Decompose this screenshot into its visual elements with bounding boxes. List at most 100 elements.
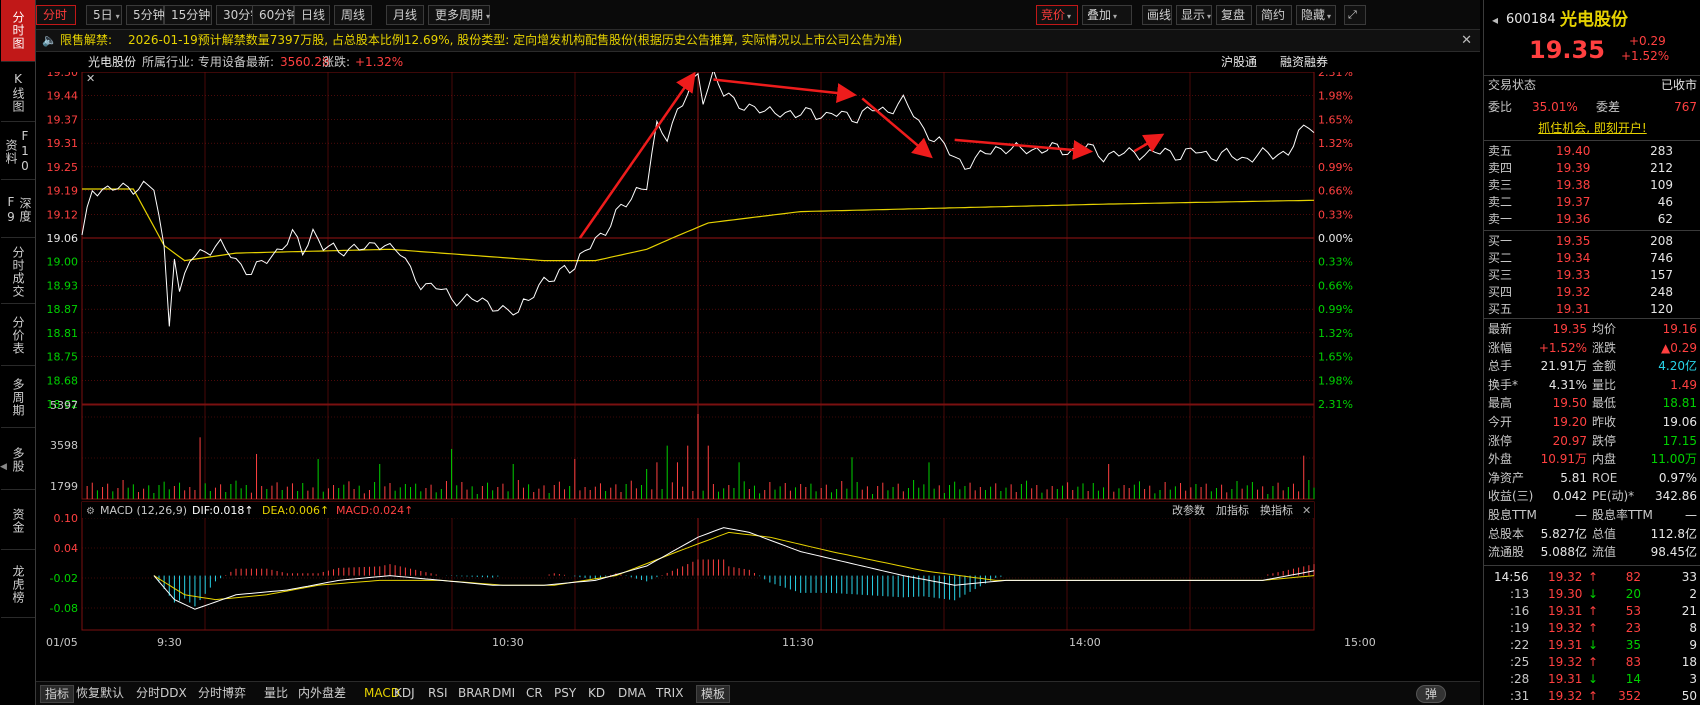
sidebar-item-label: 龙虎榜	[11, 565, 25, 604]
open-account-banner[interactable]: 抓住机会, 即刻开户!	[1484, 119, 1700, 137]
macd-button-0[interactable]: 改参数	[1172, 503, 1205, 517]
indicator-tab-16[interactable]: 模板	[696, 685, 731, 703]
pct-tick-label: 0.66%	[1318, 185, 1353, 198]
bid-row[interactable]: 买三 19.33 157	[1484, 266, 1700, 284]
stat-label: 昨收	[1592, 415, 1617, 429]
bid-row[interactable]: 买四 19.32 248	[1484, 283, 1700, 301]
toolbar-right-4[interactable]: 复盘	[1216, 5, 1252, 25]
hk-connect-badge[interactable]: 沪股通	[1221, 52, 1257, 72]
indicator-tab-3[interactable]: 分时博弈	[198, 685, 246, 703]
indicator-tab-2[interactable]: 分时DDX	[136, 685, 187, 703]
stat-label: 总手	[1488, 359, 1513, 374]
sidebar-item-f10[interactable]: F10资料	[1, 124, 35, 180]
divider	[1484, 140, 1700, 141]
toolbar-right-5[interactable]: 简约	[1256, 5, 1292, 25]
toolbar-right-6[interactable]: 隐藏 ▾	[1296, 5, 1336, 25]
bid-row[interactable]: 买二 19.34 746	[1484, 249, 1700, 267]
stat-value: 19.20	[1552, 415, 1587, 429]
sidebar-item-fund[interactable]: 资金	[1, 492, 35, 550]
period-tab-0[interactable]: 分时	[36, 5, 76, 25]
sidebar-item-multi-stock[interactable]: 多股	[1, 430, 35, 490]
price-tick-label: 19.00	[47, 256, 79, 269]
indicator-tab-4[interactable]: 量比	[264, 685, 288, 703]
sidebar-item-depth[interactable]: 深度F9	[1, 182, 35, 238]
indicator-tab-0[interactable]: 指标	[40, 685, 75, 703]
tick-time: :31	[1510, 689, 1530, 703]
period-tab-3[interactable]: 15分钟	[164, 5, 212, 25]
period-tab-5[interactable]: 60分钟	[252, 5, 298, 25]
stat-value: 1.49	[1670, 377, 1697, 392]
period-tab-label: 5日	[93, 8, 113, 22]
period-tab-9[interactable]: 更多周期 ▾	[428, 5, 490, 25]
stat-value: 19.35	[1552, 322, 1587, 336]
sidebar-item-minute[interactable]: 分时图	[1, 0, 35, 62]
toolbar-right-0[interactable]: 竞价 ▾	[1036, 5, 1078, 25]
ask-row[interactable]: 卖四 19.39 212	[1484, 159, 1700, 177]
sidebar-item-kline[interactable]: K线图	[1, 64, 35, 122]
toolbar-right-2[interactable]: 画线	[1142, 5, 1172, 25]
intraday-chart-svg[interactable]: 19.50 19.44 19.37 19.31 19.25 19.19 19.12 19.06…	[36, 66, 1480, 679]
close-pane-icon[interactable]: ✕	[86, 72, 95, 85]
ask-row[interactable]: 卖三 19.38 109	[1484, 176, 1700, 194]
period-tab-2[interactable]: 5分钟	[126, 5, 165, 25]
period-tab-4[interactable]: 30分钟	[216, 5, 262, 25]
toolbar-right-1[interactable]: 叠加 ▾	[1082, 5, 1132, 25]
stat-value: 10.91万	[1540, 452, 1587, 467]
sidebar-item-price-table[interactable]: 分价表	[1, 306, 35, 366]
period-tab-6[interactable]: 日线	[294, 5, 330, 25]
indicator-tab-13[interactable]: KD	[588, 685, 605, 703]
indicator-tab-12[interactable]: PSY	[554, 685, 576, 703]
prev-stock-arrow-icon[interactable]: ◂	[1492, 10, 1498, 30]
tick-count: 18	[1681, 655, 1697, 669]
ask-row[interactable]: 卖一 19.36 62	[1484, 210, 1700, 228]
indicator-tab-7[interactable]: KDJ	[394, 685, 415, 703]
macd-button-1[interactable]: 加指标	[1216, 503, 1249, 517]
period-tab-1[interactable]: 5日 ▾	[86, 5, 122, 25]
trend-arrow-annotation	[954, 138, 1094, 160]
stat-value: 5.81	[1560, 470, 1587, 485]
sidebar-item-dragon-tiger[interactable]: 龙虎榜	[1, 552, 35, 618]
bid-price: 19.34	[1556, 251, 1591, 265]
indicator-tab-11[interactable]: CR	[526, 685, 543, 703]
indicator-tab-9[interactable]: BRAR	[458, 685, 491, 703]
stat-value: 4.31%	[1548, 377, 1587, 392]
indicator-tab-14[interactable]: DMA	[618, 685, 646, 703]
toolbar-right-label: 画线	[1147, 8, 1172, 22]
fullscreen-icon[interactable]: ⤢	[1344, 5, 1366, 25]
price-tick-label: 18.87	[47, 303, 79, 316]
stat-label: 换手*	[1488, 377, 1519, 392]
close-macd-icon[interactable]: ✕	[1302, 504, 1311, 517]
bid-row[interactable]: 买一 19.35 208	[1484, 232, 1700, 250]
macd-settings-icon[interactable]: ⚙	[86, 506, 95, 517]
sidebar-item-trades[interactable]: 分时成交	[1, 240, 35, 304]
macd-button-2[interactable]: 换指标	[1260, 503, 1293, 517]
sidebar-item-label: F10资料	[4, 129, 32, 174]
volume-tick-label: 5397	[50, 399, 78, 412]
close-icon[interactable]: ✕	[1461, 30, 1472, 51]
ask-row[interactable]: 卖二 19.37 46	[1484, 193, 1700, 211]
indicator-tab-5[interactable]: 内外盘差	[298, 685, 346, 703]
sidebar-item-multi-period[interactable]: 多周期	[1, 368, 35, 428]
stat-label: 总股本	[1488, 526, 1525, 541]
toolbar-right-3[interactable]: 显示 ▾	[1176, 5, 1212, 25]
bid-volume: 157	[1650, 268, 1673, 282]
indicator-tab-15[interactable]: TRIX	[656, 685, 683, 703]
chevron-down-icon: ▾	[1207, 12, 1212, 21]
popup-toggle[interactable]: 弹	[1416, 685, 1447, 703]
period-tab-7[interactable]: 周线	[334, 5, 372, 25]
indicator-tab-1[interactable]: 恢复默认	[76, 685, 124, 703]
bid-row[interactable]: 买五 19.31 120	[1484, 300, 1700, 318]
sidebar-item-label: K线图	[11, 72, 25, 113]
ask-row[interactable]: 卖五 19.40 283	[1484, 142, 1700, 160]
bid-price: 19.32	[1556, 285, 1591, 299]
indicator-tab-10[interactable]: DMI	[492, 685, 515, 703]
collapse-arrow-icon[interactable]: ◀	[0, 462, 7, 484]
stat-value: 98.45亿	[1650, 545, 1697, 560]
stat-label: 流值	[1592, 545, 1617, 560]
banner-text[interactable]: 抓住机会, 即刻开户!	[1538, 121, 1646, 135]
intraday-chart-area[interactable]: 19.50 19.44 19.37 19.31 19.25 19.19 19.12 19.06…	[36, 66, 1480, 679]
period-tab-8[interactable]: 月线	[386, 5, 424, 25]
indicator-tab-8[interactable]: RSI	[428, 685, 448, 703]
industry[interactable]: 所属行业: 专用设备	[142, 52, 246, 72]
margin-trading-badge[interactable]: 融资融券	[1280, 52, 1328, 72]
